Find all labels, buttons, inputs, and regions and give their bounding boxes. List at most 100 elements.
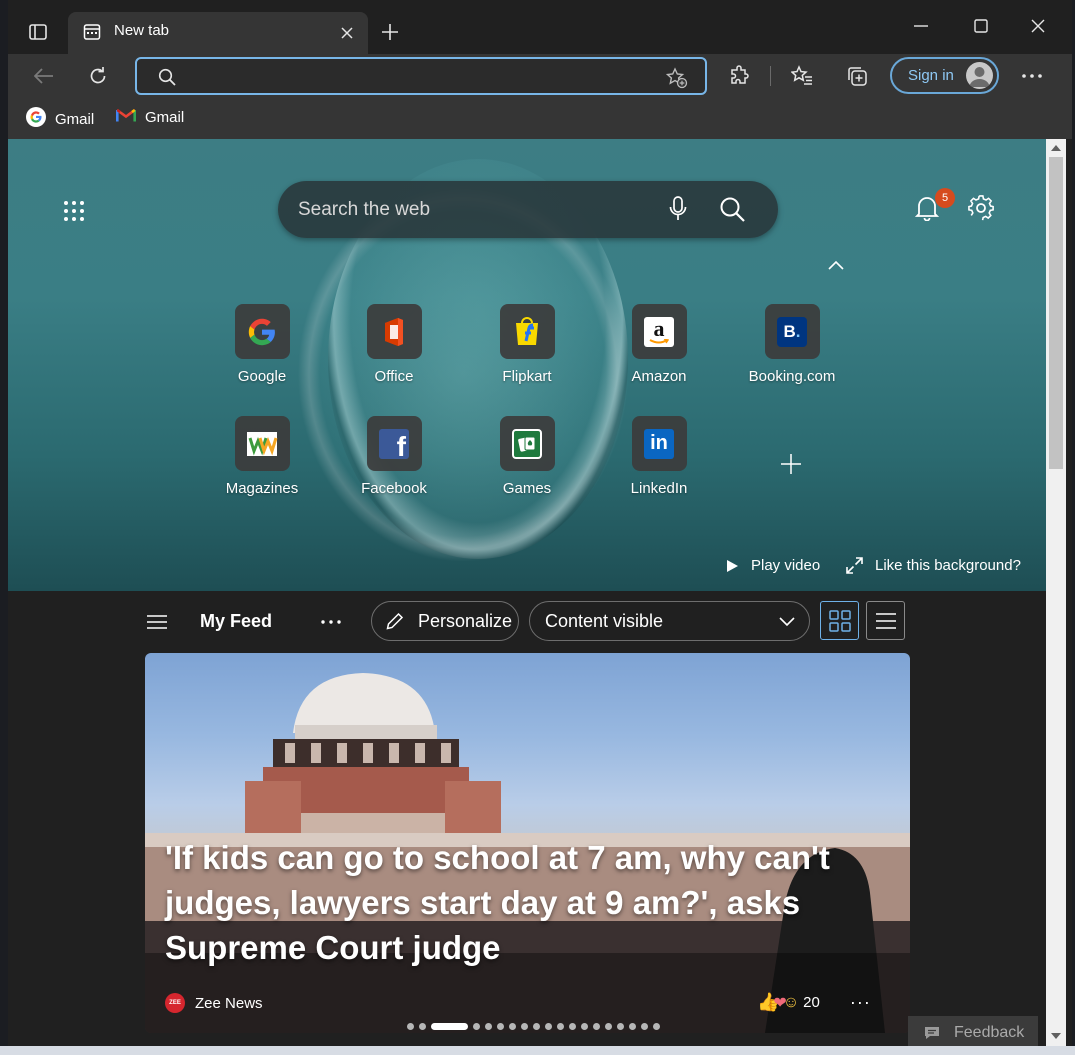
carousel-dot[interactable] bbox=[406, 1023, 414, 1030]
carousel-dot[interactable] bbox=[508, 1023, 516, 1030]
page-scrollbar[interactable] bbox=[1046, 139, 1066, 1055]
tile-label: Flipkart bbox=[502, 368, 552, 385]
reaction-laugh-icon: ☺ bbox=[782, 993, 800, 1011]
amazon-icon: a bbox=[631, 304, 687, 359]
web-search-input[interactable] bbox=[298, 197, 658, 223]
search-icon[interactable] bbox=[718, 195, 746, 223]
play-video-button[interactable]: Play video bbox=[726, 557, 820, 574]
tile-label: Magazines bbox=[225, 480, 299, 497]
carousel-dot[interactable] bbox=[616, 1023, 624, 1030]
list-view-button[interactable] bbox=[866, 601, 905, 640]
tile-flipkart[interactable]: Flipkart bbox=[462, 304, 592, 385]
tab-new-tab[interactable]: New tab bbox=[68, 12, 368, 54]
close-tab-icon[interactable] bbox=[338, 24, 356, 42]
google-icon bbox=[26, 107, 46, 131]
feedback-button[interactable]: Feedback bbox=[908, 1016, 1038, 1050]
tile-linkedin[interactable]: in LinkedIn bbox=[594, 416, 724, 497]
new-tab-page: 5 Google Office bbox=[8, 139, 1046, 1055]
featured-article-card[interactable]: 'If kids can go to school at 7 am, why c… bbox=[145, 653, 910, 1033]
refresh-icon[interactable] bbox=[84, 62, 112, 90]
tile-google[interactable]: Google bbox=[197, 304, 327, 385]
magazines-icon bbox=[234, 416, 290, 471]
article-reactions[interactable]: 👍 ❤ ☺ 20 ··· bbox=[757, 992, 871, 1013]
toolbar: Sign in bbox=[8, 54, 1072, 98]
tile-label: Games bbox=[502, 480, 552, 497]
carousel-dot[interactable] bbox=[532, 1023, 540, 1030]
taskbar bbox=[0, 1046, 1075, 1055]
carousel-dot[interactable] bbox=[418, 1023, 426, 1030]
article-more-icon[interactable]: ··· bbox=[850, 992, 871, 1013]
carousel-dot[interactable] bbox=[568, 1023, 576, 1030]
carousel-dot[interactable] bbox=[484, 1023, 492, 1030]
hamburger-menu-icon[interactable] bbox=[145, 611, 169, 633]
article-source[interactable]: ZEE Zee News bbox=[165, 993, 263, 1013]
microphone-icon[interactable] bbox=[666, 195, 690, 223]
scroll-down-arrow-icon[interactable] bbox=[1051, 1033, 1061, 1039]
web-search-box[interactable] bbox=[278, 181, 778, 238]
scroll-up-arrow-icon[interactable] bbox=[1051, 145, 1061, 151]
tile-office[interactable]: Office bbox=[329, 304, 459, 385]
new-tab-icon[interactable] bbox=[376, 18, 404, 46]
play-video-label: Play video bbox=[751, 557, 821, 574]
apps-launcher-icon[interactable] bbox=[60, 197, 88, 225]
tile-games[interactable]: Games bbox=[462, 416, 592, 497]
carousel-dot[interactable] bbox=[652, 1023, 660, 1030]
settings-gear-icon[interactable] bbox=[966, 193, 996, 223]
scrollbar-thumb[interactable] bbox=[1049, 157, 1063, 469]
add-favorite-icon[interactable] bbox=[665, 66, 689, 90]
tile-label: Amazon bbox=[631, 368, 687, 385]
extensions-icon[interactable] bbox=[726, 62, 754, 90]
sign-in-button[interactable]: Sign in bbox=[890, 57, 999, 94]
grid-view-button[interactable] bbox=[820, 601, 859, 640]
tile-amazon[interactable]: a Amazon bbox=[594, 304, 724, 385]
collections-icon[interactable] bbox=[843, 62, 871, 90]
close-window-icon[interactable] bbox=[1023, 12, 1053, 40]
collapse-chevron-up-icon[interactable] bbox=[824, 253, 848, 277]
minimize-icon[interactable] bbox=[906, 12, 936, 40]
reaction-count: 20 bbox=[803, 994, 820, 1011]
feed-more-icon[interactable] bbox=[318, 611, 344, 633]
bookmark-label: Gmail bbox=[55, 110, 95, 128]
carousel-dot[interactable] bbox=[628, 1023, 636, 1030]
back-icon[interactable] bbox=[30, 62, 58, 90]
carousel-dot[interactable] bbox=[520, 1023, 528, 1030]
feedback-label: Feedback bbox=[954, 1024, 1025, 1041]
carousel-dot[interactable] bbox=[640, 1023, 648, 1030]
more-options-icon[interactable] bbox=[1018, 62, 1046, 90]
tab-actions-icon[interactable] bbox=[24, 18, 52, 46]
address-input[interactable] bbox=[181, 65, 661, 87]
gmail-icon bbox=[116, 107, 136, 127]
feed-title[interactable]: My Feed bbox=[200, 611, 272, 632]
bookmark-gmail-mail[interactable]: Gmail bbox=[116, 107, 184, 127]
carousel-indicators bbox=[8, 1023, 1046, 1033]
like-background-button[interactable]: Like this background? bbox=[846, 557, 1021, 574]
article-headline[interactable]: 'If kids can go to school at 7 am, why c… bbox=[165, 835, 865, 970]
carousel-dot[interactable] bbox=[544, 1023, 552, 1030]
content-visibility-select[interactable]: Content visible bbox=[529, 601, 810, 641]
tile-label: Office bbox=[374, 368, 414, 385]
tile-label: Google bbox=[237, 368, 287, 385]
carousel-dot[interactable] bbox=[430, 1023, 468, 1030]
like-background-label: Like this background? bbox=[875, 557, 1021, 574]
hero-background: 5 Google Office bbox=[8, 139, 1046, 591]
tile-booking[interactable]: B. Booking.com bbox=[727, 304, 857, 385]
title-bar: New tab bbox=[8, 0, 1072, 54]
carousel-dot[interactable] bbox=[592, 1023, 600, 1030]
games-icon bbox=[499, 416, 555, 471]
tile-facebook[interactable]: f Facebook bbox=[329, 416, 459, 497]
personalize-button[interactable]: Personalize bbox=[371, 601, 519, 641]
carousel-dot[interactable] bbox=[580, 1023, 588, 1030]
flipkart-icon bbox=[499, 304, 555, 359]
tile-label: Facebook bbox=[361, 480, 427, 497]
maximize-icon[interactable] bbox=[966, 12, 996, 40]
bookmark-gmail-google[interactable]: Gmail bbox=[26, 107, 94, 131]
carousel-dot[interactable] bbox=[472, 1023, 480, 1030]
carousel-dot[interactable] bbox=[496, 1023, 504, 1030]
add-site-icon[interactable] bbox=[778, 451, 804, 477]
carousel-dot[interactable] bbox=[604, 1023, 612, 1030]
tile-magazines[interactable]: Magazines bbox=[197, 416, 327, 497]
carousel-dot[interactable] bbox=[556, 1023, 564, 1030]
address-bar[interactable] bbox=[135, 57, 707, 95]
favorites-icon[interactable] bbox=[788, 62, 816, 90]
notification-count: 5 bbox=[941, 192, 949, 204]
